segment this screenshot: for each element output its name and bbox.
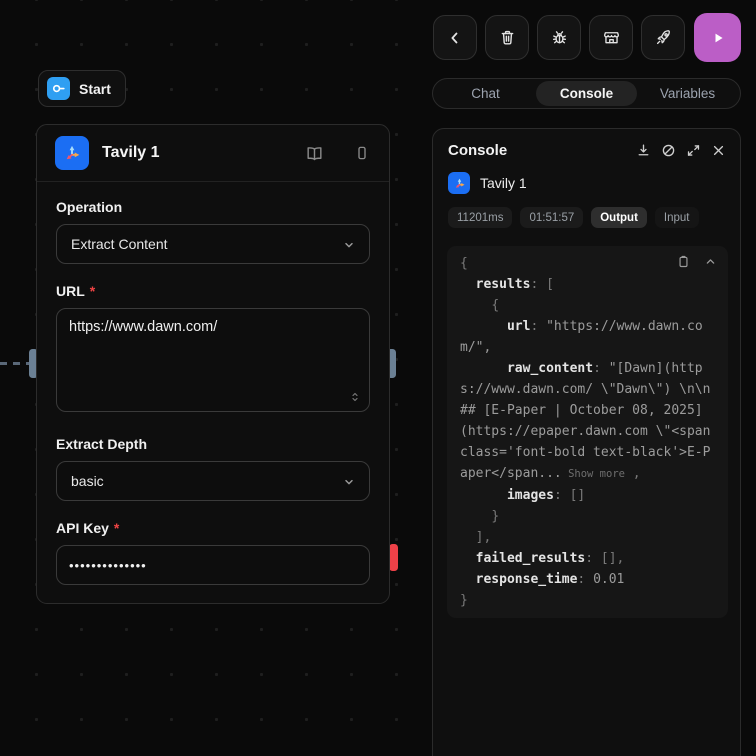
required-asterisk: *: [90, 283, 95, 299]
operation-label: Operation: [56, 199, 370, 215]
clear-console-icon[interactable]: [660, 142, 677, 159]
close-icon[interactable]: [710, 142, 727, 159]
mobile-icon[interactable]: [353, 144, 371, 162]
panel-tabbar: Chat Console Variables: [432, 78, 741, 109]
console-node-name: Tavily 1: [480, 175, 527, 191]
start-node[interactable]: Start: [38, 70, 126, 107]
trash-icon: [498, 28, 517, 47]
console-title: Console: [448, 142, 627, 159]
tab-chat[interactable]: Chat: [435, 81, 536, 106]
start-icon: [47, 77, 70, 100]
duration-badge: 11201ms: [448, 207, 512, 228]
tab-variables[interactable]: Variables: [637, 81, 738, 106]
storefront-icon: [602, 28, 621, 47]
resize-handle-icon[interactable]: [349, 390, 361, 409]
input-toggle[interactable]: Input: [655, 207, 699, 228]
console-output-block: { results: [ { url: "https://www.dawn.co…: [447, 246, 728, 618]
bug-icon: [550, 28, 569, 47]
rocket-icon: [654, 28, 673, 47]
chevron-down-icon: [341, 474, 357, 490]
run-button[interactable]: [694, 13, 741, 62]
expand-icon[interactable]: [685, 142, 702, 159]
deploy-button[interactable]: [641, 15, 685, 60]
required-asterisk: *: [114, 520, 119, 536]
download-icon[interactable]: [635, 142, 652, 159]
tavily-logo-icon: [55, 136, 89, 170]
url-label: URL *: [56, 283, 370, 299]
delete-button[interactable]: [485, 15, 529, 60]
app-window: Start Tavily 1: [0, 0, 756, 756]
show-more-link[interactable]: Show more: [562, 468, 625, 480]
node-form: Operation Extract Content URL * https://…: [37, 182, 389, 585]
console-code-text[interactable]: { results: [ { url: "https://www.dawn.co…: [447, 246, 728, 621]
collapse-icon[interactable]: [703, 254, 718, 269]
start-node-label: Start: [79, 81, 111, 97]
url-input[interactable]: https://www.dawn.com/: [56, 308, 370, 412]
output-toggle[interactable]: Output: [591, 207, 647, 228]
timestamp-badge: 01:51:57: [520, 207, 583, 228]
console-panel: Console: [432, 128, 741, 756]
chevron-left-icon: [446, 29, 464, 47]
copy-icon[interactable]: [676, 254, 691, 269]
tavily-node-header: Tavily 1: [37, 125, 389, 182]
tavily-logo-icon: [448, 172, 470, 194]
debug-button[interactable]: [537, 15, 581, 60]
api-key-input[interactable]: [56, 545, 370, 585]
back-button[interactable]: [433, 15, 477, 60]
tab-console[interactable]: Console: [536, 81, 637, 106]
connection-edge: [0, 362, 31, 365]
chevron-down-icon: [341, 237, 357, 253]
docs-book-icon[interactable]: [305, 144, 324, 163]
extract-depth-label: Extract Depth: [56, 436, 370, 452]
operation-select[interactable]: Extract Content: [56, 224, 370, 264]
error-output-handle[interactable]: [389, 544, 398, 571]
extract-depth-select[interactable]: basic: [56, 461, 370, 501]
node-title: Tavily 1: [102, 144, 292, 162]
tavily-node[interactable]: Tavily 1 Operation Extract Content: [36, 124, 390, 604]
api-key-label: API Key *: [56, 520, 370, 536]
store-button[interactable]: [589, 15, 633, 60]
play-icon: [708, 28, 728, 48]
